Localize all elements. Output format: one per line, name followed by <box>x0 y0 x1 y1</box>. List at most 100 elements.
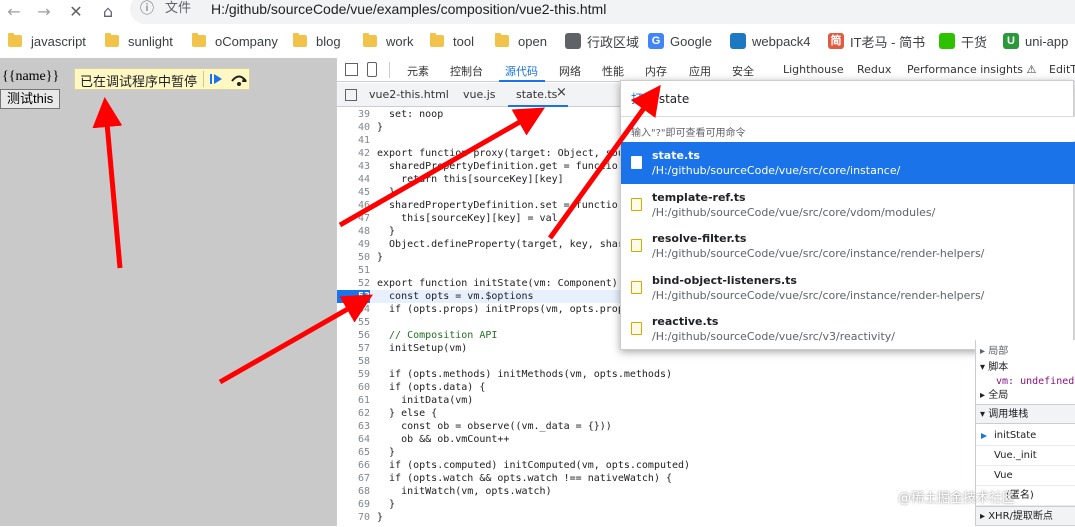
line-number[interactable]: 50 <box>337 251 370 264</box>
line-number[interactable]: 62 <box>337 407 370 420</box>
test-this-button[interactable]: 测试this <box>0 89 61 109</box>
line-number[interactable]: 63 <box>337 420 370 433</box>
frame-vue[interactable]: Vue <box>976 466 1075 486</box>
line-number[interactable]: 41 <box>337 134 370 147</box>
line-number[interactable]: 39 <box>337 108 370 121</box>
line-number[interactable]: 40 <box>337 121 370 134</box>
palette-result[interactable]: bind-object-listeners.ts/H:/github/sourc… <box>621 267 1075 309</box>
line-number[interactable]: 65 <box>337 446 370 459</box>
code-line[interactable]: 59 if (opts.methods) initMethods(vm, opt… <box>337 368 977 381</box>
bookmark-3[interactable]: blog <box>293 32 341 50</box>
quick-open-input[interactable]: 打开 state <box>631 90 689 107</box>
devtools-tab-0[interactable]: 元素 <box>407 63 429 79</box>
bookmark-10[interactable]: 简 IT老马 - 简书 <box>828 32 925 50</box>
url-text[interactable]: H:/github/sourceCode/vue/examples/compos… <box>211 0 606 18</box>
line-number[interactable]: 61 <box>337 394 370 407</box>
line-number[interactable]: 44 <box>337 173 370 186</box>
code-line[interactable]: 62 } else { <box>337 407 977 420</box>
code-line[interactable]: 68 initWatch(vm, opts.watch) <box>337 485 977 498</box>
code-line[interactable]: 66 if (opts.computed) initComputed(vm, o… <box>337 459 977 472</box>
close-tab-icon[interactable]: × <box>556 85 567 100</box>
bookmark-11[interactable]: 干货 <box>939 32 987 50</box>
line-number[interactable]: 52 <box>337 277 370 290</box>
bookmark-12[interactable]: Uuni-app <box>1003 32 1068 50</box>
stop-button[interactable]: ✕ <box>66 2 86 22</box>
file-tab-vue-js[interactable]: vue.js <box>463 88 496 101</box>
frame-vue-init[interactable]: Vue._init <box>976 446 1075 466</box>
palette-result[interactable]: state.ts/H:/github/sourceCode/vue/src/co… <box>621 142 1075 184</box>
code-line[interactable]: 63 const ob = observe((vm._data = {})) <box>337 420 977 433</box>
xhr-breakpoints-header[interactable]: ▸ XHR/提取断点 <box>976 506 1075 526</box>
line-number[interactable]: 51 <box>337 264 370 277</box>
inspect-element-icon[interactable] <box>345 63 358 76</box>
call-stack-header[interactable]: ▾ 调用堆栈 <box>976 404 1075 424</box>
frame-init-state[interactable]: initState <box>976 426 1075 446</box>
step-over-icon[interactable] <box>229 70 249 88</box>
code-line[interactable]: 70} <box>337 511 977 524</box>
line-number[interactable]: 67 <box>337 472 370 485</box>
forward-button[interactable]: → <box>34 2 54 22</box>
devtools-tab-5[interactable]: 内存 <box>645 63 667 79</box>
line-number[interactable]: 54 <box>337 303 370 316</box>
bookmark-5[interactable]: tool <box>430 32 474 50</box>
code-line[interactable]: 60 if (opts.data) { <box>337 381 977 394</box>
devtools-tab-7[interactable]: 安全 <box>732 63 754 79</box>
code-line[interactable]: 65 } <box>337 446 977 459</box>
devtools-tab-10[interactable]: Performance insights ⚠ <box>907 63 1036 76</box>
devtools-tab-9[interactable]: Redux <box>857 63 891 76</box>
code-line[interactable]: 69 } <box>337 498 977 511</box>
bookmark-7[interactable]: 行政区域 <box>565 32 639 50</box>
line-number[interactable]: 70 <box>337 511 370 524</box>
resume-icon[interactable] <box>207 71 225 87</box>
code-line[interactable]: 58 <box>337 355 977 368</box>
line-number[interactable]: 49 <box>337 238 370 251</box>
code-line[interactable]: 61 initData(vm) <box>337 394 977 407</box>
devtools-tab-2[interactable]: 源代码 <box>505 63 538 79</box>
line-number[interactable]: 58 <box>337 355 370 368</box>
palette-result[interactable]: template-ref.ts/H:/github/sourceCode/vue… <box>621 184 1075 226</box>
file-tab-state-ts[interactable]: state.ts <box>516 88 557 101</box>
devtools-tab-1[interactable]: 控制台 <box>450 63 483 79</box>
back-button[interactable]: ← <box>4 2 24 22</box>
info-icon[interactable]: ⓘ <box>140 0 154 18</box>
line-number[interactable]: 43 <box>337 160 370 173</box>
bookmark-2[interactable]: oCompany <box>192 32 278 50</box>
line-number[interactable]: 47 <box>337 212 370 225</box>
devtools-tab-11[interactable]: EditT <box>1049 63 1075 76</box>
line-number[interactable]: 42 <box>337 147 370 160</box>
line-number[interactable]: 68 <box>337 485 370 498</box>
query-text: state <box>658 92 690 106</box>
devtools-tab-6[interactable]: 应用 <box>689 63 711 79</box>
palette-result[interactable]: resolve-filter.ts/H:/github/sourceCode/v… <box>621 225 1075 267</box>
code-line[interactable]: 67 if (opts.watch && opts.watch !== nati… <box>337 472 977 485</box>
line-number[interactable]: 45 <box>337 186 370 199</box>
device-toolbar-icon[interactable] <box>367 62 377 77</box>
line-number[interactable]: 64 <box>337 433 370 446</box>
line-number[interactable]: 59 <box>337 368 370 381</box>
navigator-toggle-icon[interactable] <box>345 89 357 101</box>
code-line[interactable]: 64 ob && ob.vmCount++ <box>337 433 977 446</box>
file-tab-vue2-this[interactable]: vue2-this.html <box>369 88 449 101</box>
line-number[interactable]: 66 <box>337 459 370 472</box>
bookmark-4[interactable]: work <box>363 32 413 50</box>
home-button[interactable]: ⌂ <box>98 2 118 22</box>
devtools-tab-8[interactable]: Lighthouse <box>783 63 844 76</box>
bookmark-6[interactable]: open <box>495 32 547 50</box>
bookmark-0[interactable]: javascript <box>8 32 86 50</box>
devtools-tab-3[interactable]: 网络 <box>559 63 581 79</box>
line-number[interactable]: 69 <box>337 498 370 511</box>
line-number[interactable]: 48 <box>337 225 370 238</box>
bookmark-1[interactable]: sunlight <box>105 32 173 50</box>
line-number[interactable]: 56 <box>337 329 370 342</box>
简-icon: 简 <box>828 33 844 49</box>
line-number[interactable]: 53 <box>337 290 370 303</box>
line-number[interactable]: 57 <box>337 342 370 355</box>
line-number[interactable]: 60 <box>337 381 370 394</box>
bookmark-8[interactable]: G Google <box>648 32 712 50</box>
devtools-tab-4[interactable]: 性能 <box>602 63 624 79</box>
line-number[interactable]: 55 <box>337 316 370 329</box>
scope-global-row[interactable]: ▸ 全局 <box>976 386 1075 406</box>
line-number[interactable]: 46 <box>337 199 370 212</box>
bookmark-9[interactable]: webpack4 <box>730 32 811 50</box>
code-text: if (opts.methods) initMethods(vm, opts.m… <box>377 369 673 380</box>
